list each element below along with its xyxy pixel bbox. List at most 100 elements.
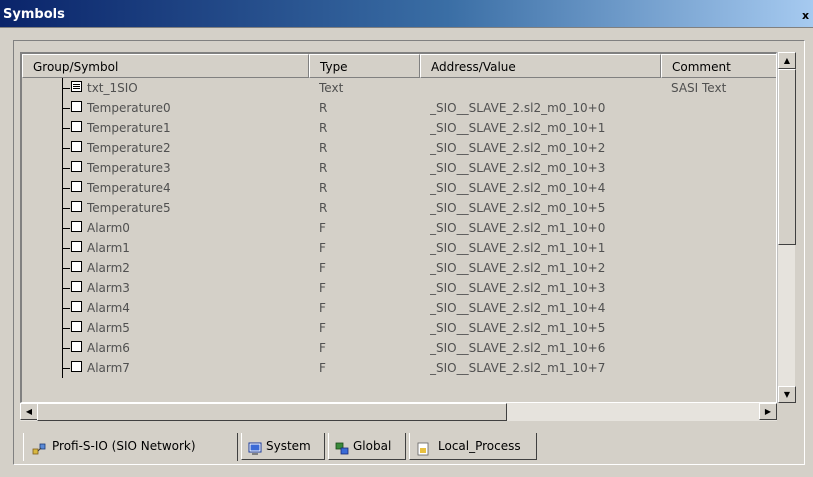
table-row[interactable]: Alarm0 F _SIO__SLAVE_2.sl2_m1_10+0 [22,218,776,238]
signal-icon [71,121,82,132]
scrollbar-corner [777,403,795,421]
tab-label: System [266,439,311,453]
symbol-name: Alarm6 [87,341,130,355]
symbol-address: _SIO__SLAVE_2.sl2_m1_10+0 [430,221,606,235]
symbol-address: _SIO__SLAVE_2.sl2_m1_10+4 [430,301,606,315]
close-button[interactable]: x [800,10,811,23]
symbol-name: Alarm0 [87,221,130,235]
tab-local-process[interactable]: Local_Process [409,433,537,460]
column-header-type[interactable]: Type [309,54,420,78]
symbol-address: _SIO__SLAVE_2.sl2_m1_10+7 [430,361,606,375]
scroll-left-button[interactable]: ◀ [20,403,38,420]
signal-icon [71,301,82,312]
horizontal-scroll-thumb[interactable] [37,403,507,421]
symbol-comment [671,118,776,138]
global-icon [335,439,349,455]
table-row[interactable]: txt_1SIO Text SASI Text [22,78,776,98]
horizontal-scrollbar[interactable]: ◀ ▶ [20,403,777,421]
signal-icon [71,341,82,352]
signal-icon [71,161,82,172]
symbol-name: Temperature1 [87,121,171,135]
symbol-address: _SIO__SLAVE_2.sl2_m0_10+4 [430,181,606,195]
symbol-address: _SIO__SLAVE_2.sl2_m1_10+5 [430,321,606,335]
symbol-name: Temperature0 [87,101,171,115]
symbol-type: R [319,181,328,195]
table-row[interactable]: Alarm7 F _SIO__SLAVE_2.sl2_m1_10+7 [22,358,776,378]
symbol-comment [671,178,776,198]
signal-icon [71,201,82,212]
symbol-address: _SIO__SLAVE_2.sl2_m1_10+3 [430,281,606,295]
column-header-address-value[interactable]: Address/Value [420,54,661,78]
symbol-name: Temperature3 [87,161,171,175]
symbol-comment [671,218,776,238]
symbol-type: F [319,261,326,275]
table-row[interactable]: Temperature5 R _SIO__SLAVE_2.sl2_m0_10+5 [22,198,776,218]
tab-profi-s-io[interactable]: Profi-S-IO (SIO Network) [23,433,238,461]
symbol-type: F [319,341,326,355]
symbol-type: F [319,241,326,255]
signal-icon [71,321,82,332]
symbol-comment [671,158,776,178]
symbol-name: txt_1SIO [87,81,138,95]
symbol-type: F [319,221,326,235]
window-title: Symbols [3,7,65,22]
system-icon [248,439,262,455]
table-row[interactable]: Temperature4 R _SIO__SLAVE_2.sl2_m0_10+4 [22,178,776,198]
tab-system[interactable]: System [241,433,325,460]
symbol-comment: SASI Text [671,81,727,95]
scroll-down-button[interactable]: ▼ [778,386,796,403]
signal-icon [71,241,82,252]
symbol-address: _SIO__SLAVE_2.sl2_m0_10+2 [430,141,606,155]
signal-icon [71,101,82,112]
tab-label: Profi-S-IO (SIO Network) [52,439,196,453]
column-header-group-symbol[interactable]: Group/Symbol [22,54,309,78]
tab-label: Global [353,439,392,453]
table-row[interactable]: Alarm5 F _SIO__SLAVE_2.sl2_m1_10+5 [22,318,776,338]
column-header-comment[interactable]: Comment [661,54,776,78]
signal-icon [71,221,82,232]
table-row[interactable]: Alarm2 F _SIO__SLAVE_2.sl2_m1_10+2 [22,258,776,278]
symbol-comment [671,258,776,278]
symbol-grid: Group/Symbol Type Address/Value Comment … [20,52,777,403]
symbol-type: Text [319,81,344,95]
table-row[interactable]: Temperature3 R _SIO__SLAVE_2.sl2_m0_10+3 [22,158,776,178]
symbol-type: R [319,201,328,215]
symbol-address: _SIO__SLAVE_2.sl2_m0_10+5 [430,201,606,215]
local-process-icon [416,439,430,456]
symbol-type: R [319,101,328,115]
symbol-comment [671,278,776,298]
scroll-right-button[interactable]: ▶ [759,403,777,420]
table-row[interactable]: Alarm6 F _SIO__SLAVE_2.sl2_m1_10+6 [22,338,776,358]
symbol-type: R [319,121,328,135]
symbol-name: Temperature2 [87,141,171,155]
symbol-address: _SIO__SLAVE_2.sl2_m0_10+1 [430,121,606,135]
symbol-comment [671,98,776,118]
symbol-comment [671,338,776,358]
symbol-comment [671,298,776,318]
symbol-type: F [319,281,326,295]
symbol-type: R [319,141,328,155]
symbol-name: Alarm4 [87,301,130,315]
signal-icon [71,281,82,292]
signal-icon [71,141,82,152]
symbol-type: F [319,301,326,315]
table-row[interactable]: Alarm4 F _SIO__SLAVE_2.sl2_m1_10+4 [22,298,776,318]
vertical-scrollbar[interactable]: ▲ ▼ [777,52,796,403]
symbol-address: _SIO__SLAVE_2.sl2_m0_10+0 [430,101,606,115]
symbol-comment [671,198,776,218]
symbol-name: Temperature4 [87,181,171,195]
table-row[interactable]: Temperature2 R _SIO__SLAVE_2.sl2_m0_10+2 [22,138,776,158]
symbol-name: Alarm2 [87,261,130,275]
scroll-up-button[interactable]: ▲ [778,52,796,69]
symbol-address: _SIO__SLAVE_2.sl2_m1_10+6 [430,341,606,355]
symbol-comment [671,318,776,338]
table-row[interactable]: Alarm3 F _SIO__SLAVE_2.sl2_m1_10+3 [22,278,776,298]
title-bar: Symbols x [0,0,813,28]
tab-global[interactable]: Global [328,433,406,460]
table-row[interactable]: Alarm1 F _SIO__SLAVE_2.sl2_m1_10+1 [22,238,776,258]
signal-icon [71,261,82,272]
vertical-scroll-thumb[interactable] [778,69,796,245]
symbol-type: F [319,361,326,375]
table-row[interactable]: Temperature0 R _SIO__SLAVE_2.sl2_m0_10+0 [22,98,776,118]
table-row[interactable]: Temperature1 R _SIO__SLAVE_2.sl2_m0_10+1 [22,118,776,138]
